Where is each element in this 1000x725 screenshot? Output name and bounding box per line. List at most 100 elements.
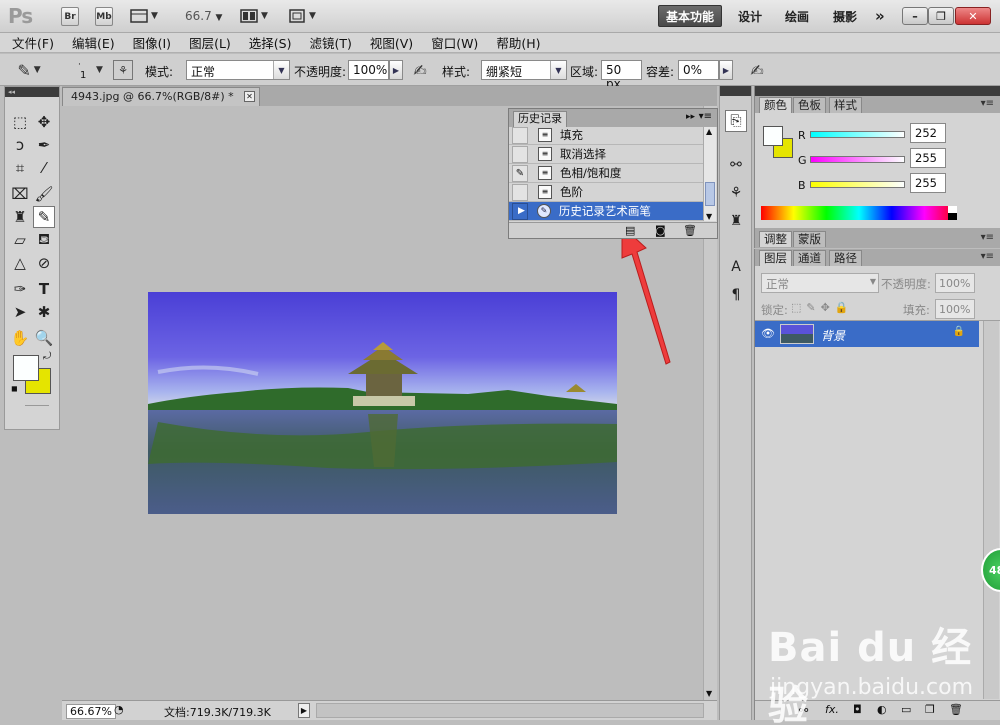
menu-image[interactable]: 图像(I) (133, 33, 171, 52)
healing-brush-tool[interactable]: ⌧ (9, 183, 31, 205)
status-menu-button[interactable]: ▶ (298, 703, 310, 718)
history-state-deselect[interactable]: ≡ 取消选择 (509, 145, 705, 164)
workspace-essentials-button[interactable]: 基本功能 (658, 5, 723, 27)
clone-source-icon[interactable]: ♜ (725, 210, 747, 232)
tolerance-slider-button[interactable]: ▶ (719, 60, 733, 80)
panel-menu-icon[interactable]: ▾≡ (981, 98, 994, 109)
area-input[interactable]: 50 px (601, 60, 642, 91)
toggle-brush-panel-button[interactable]: ⚘ (113, 60, 133, 80)
style-select[interactable]: 绷紧短 ▼ (481, 60, 567, 80)
new-document-from-state-icon[interactable]: ▤ (625, 224, 635, 237)
zoom-level-dropdown[interactable]: 66.7 ▼ (185, 9, 222, 23)
arrange-documents-dropdown[interactable]: ▼ (240, 8, 268, 24)
layer-row-background[interactable]: 👁 背景 🔒 (755, 321, 979, 347)
eraser-tool[interactable]: ▱ (9, 229, 31, 251)
tablet-size-button[interactable]: ✍ (746, 59, 768, 81)
document-tab[interactable]: 4943.jpg @ 66.7%(RGB/8#) * ✕ (62, 87, 260, 106)
bridge-button[interactable]: Br (61, 7, 79, 26)
restore-button[interactable]: ❐ (928, 7, 954, 25)
fill-input[interactable]: 100% (935, 299, 975, 319)
blue-value-input[interactable]: 255 (910, 173, 946, 193)
quick-selection-tool[interactable]: ✒ (33, 134, 55, 156)
lasso-tool[interactable]: ↄ (9, 134, 31, 156)
blur-tool[interactable]: △ (9, 252, 31, 274)
crop-tool[interactable]: ⌗ (9, 157, 31, 179)
new-snapshot-icon[interactable]: ◙ (655, 224, 666, 237)
panel-menu-icon[interactable]: ▾≡ (981, 232, 994, 243)
default-colors-icon[interactable]: ◼ (11, 384, 18, 393)
history-brush-tool[interactable]: ✎ (33, 206, 55, 228)
brush-tool[interactable]: 🖌 (33, 183, 55, 205)
history-source-toggle[interactable] (512, 145, 528, 163)
history-panel-icon[interactable]: ⎘ (725, 110, 747, 132)
red-value-input[interactable]: 252 (910, 123, 946, 143)
minimize-button[interactable]: – (902, 7, 928, 25)
panel-menu-icon[interactable]: ▾≡ (981, 251, 994, 262)
scroll-up-icon[interactable]: ▲ (706, 127, 712, 136)
foreground-color-swatch[interactable] (763, 126, 783, 146)
collapse-panel-icon[interactable]: ▸▸ (686, 112, 695, 122)
type-tool[interactable]: T (33, 278, 55, 300)
status-info-icon[interactable]: ◔ (114, 703, 124, 716)
blend-mode-select[interactable]: 正常 ▼ (761, 273, 879, 293)
opacity-slider-button[interactable]: ▶ (389, 60, 403, 80)
tool-preset-picker[interactable]: ✎ ▼ (17, 59, 40, 81)
move-tool[interactable]: ✥ (33, 111, 55, 133)
blue-slider[interactable] (810, 181, 905, 188)
menu-edit[interactable]: 编辑(E) (72, 33, 115, 52)
eye-icon[interactable]: 👁 (761, 327, 775, 340)
history-source-toggle[interactable]: ✎ (512, 164, 528, 182)
menu-file[interactable]: 文件(F) (12, 33, 54, 52)
tab-layers[interactable]: 图层 (759, 250, 792, 266)
tab-color[interactable]: 颜色 (759, 97, 792, 113)
tab-paths[interactable]: 路径 (829, 250, 862, 266)
panel-menu-icon[interactable]: ▾≡ (699, 111, 712, 122)
menu-window[interactable]: 窗口(W) (431, 33, 478, 52)
panel-grip[interactable]: ◂◂ (5, 87, 59, 97)
more-workspaces-button[interactable]: » (868, 5, 892, 27)
history-scrollbar[interactable]: ▲ ▼ (703, 127, 716, 221)
black-white-ramp[interactable] (948, 206, 957, 220)
status-zoom-input[interactable]: 66.67% (66, 704, 116, 719)
tablet-opacity-button[interactable]: ✍ (409, 59, 431, 81)
view-extras-dropdown[interactable]: ▼ (130, 8, 158, 24)
tab-adjustments[interactable]: 调整 (759, 231, 792, 247)
opacity-input[interactable]: 100% (348, 60, 389, 80)
tab-styles[interactable]: 样式 (829, 97, 862, 113)
workspace-photography-button[interactable]: 摄影 (826, 5, 864, 27)
eyedropper-tool[interactable]: ⁄ (33, 157, 55, 179)
foreground-color-swatch[interactable] (13, 355, 39, 381)
marquee-tool[interactable]: ⬚ (9, 111, 31, 133)
menu-select[interactable]: 选择(S) (249, 33, 292, 52)
menu-layer[interactable]: 图层(L) (189, 33, 231, 52)
pen-tool[interactable]: ✑ (9, 278, 31, 300)
history-source-toggle[interactable] (512, 126, 528, 144)
layer-opacity-input[interactable]: 100% (935, 273, 975, 293)
tab-channels[interactable]: 通道 (793, 250, 826, 266)
brush-preset-picker[interactable]: · 1 ▼ (74, 60, 108, 82)
green-slider[interactable] (810, 156, 905, 163)
history-state-hue-saturation[interactable]: ✎ ≡ 色相/饱和度 (509, 164, 705, 183)
canvas-photo[interactable] (148, 292, 617, 514)
history-state-fill[interactable]: ≡ 填充 (509, 126, 705, 145)
custom-shape-tool[interactable]: ✱ (33, 301, 55, 323)
history-state-levels[interactable]: ≡ 色阶 (509, 183, 705, 202)
history-state-art-history-brush[interactable]: ▶ ✎ 历史记录艺术画笔 (509, 202, 705, 221)
history-source-toggle[interactable] (512, 183, 528, 201)
color-ramp[interactable] (761, 206, 957, 220)
tab-masks[interactable]: 蒙版 (793, 231, 826, 247)
character-panel-icon[interactable]: A (725, 256, 747, 278)
panel-grip[interactable] (755, 86, 1000, 96)
paragraph-panel-icon[interactable]: ¶ (725, 284, 747, 306)
swap-colors-icon[interactable]: ⤾ (43, 351, 51, 362)
menu-filter[interactable]: 滤镜(T) (309, 33, 351, 52)
trash-icon[interactable]: 🗑 (683, 224, 697, 237)
dodge-tool[interactable]: ⊘ (33, 252, 55, 274)
scroll-down-icon[interactable]: ▼ (706, 212, 712, 221)
lock-icons[interactable]: ⬚✎✥🔒 (791, 301, 854, 314)
hand-tool[interactable]: ✋ (9, 327, 31, 349)
zoom-tool[interactable]: 🔍 (33, 327, 55, 349)
path-selection-tool[interactable]: ➤ (9, 301, 31, 323)
canvas-horizontal-scrollbar[interactable] (316, 703, 704, 718)
history-tab[interactable]: 历史记录 (513, 111, 567, 127)
